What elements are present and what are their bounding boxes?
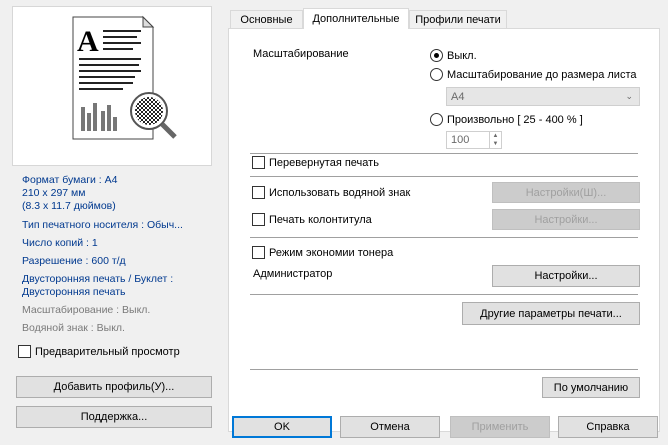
cancel-button[interactable]: Отмена [340, 416, 440, 438]
media-type-info: Тип печатного носителя : Обыч... [22, 219, 183, 231]
admin-label: Администратор [253, 268, 333, 280]
tab-basic[interactable]: Основные [230, 10, 303, 29]
document-preview-icon: A [72, 15, 177, 140]
tab-advanced[interactable]: Дополнительные [303, 8, 409, 29]
scaling-free-option[interactable]: Произвольно [ 25 - 400 % ] [430, 113, 583, 126]
header-footer-checkbox[interactable] [252, 213, 265, 226]
header-footer-row[interactable]: Печать колонтитула [252, 213, 372, 226]
scaling-off-label: Выкл. [447, 49, 477, 62]
chevron-down-icon: ⌄ [625, 91, 633, 101]
toner-save-label: Режим экономии тонера [269, 246, 394, 259]
divider [250, 294, 638, 295]
toner-save-row[interactable]: Режим экономии тонера [252, 246, 393, 259]
scale-percent-stepper[interactable]: 100 ▲ ▼ [446, 131, 502, 149]
scale-percent-value: 100 [451, 134, 470, 146]
add-profile-button[interactable]: Добавить профиль(У)... [16, 376, 212, 398]
preview-label: Предварительный просмотр [35, 345, 180, 358]
ok-button[interactable]: OK [232, 416, 332, 438]
divider [250, 369, 638, 370]
divider [250, 176, 638, 177]
help-button[interactable]: Справка [558, 416, 658, 438]
resolution-info: Разрешение : 600 т/д [22, 255, 126, 267]
copies-info: Число копий : 1 [22, 237, 98, 249]
header-footer-label: Печать колонтитула [269, 213, 372, 226]
reverse-print-checkbox[interactable] [252, 156, 265, 169]
scaling-free-radio[interactable] [430, 113, 443, 126]
paper-size-value: A4 [451, 90, 465, 103]
watermark-row[interactable]: Использовать водяной знак [252, 186, 410, 199]
preview-checkbox-row[interactable]: Предварительный просмотр [18, 345, 180, 358]
scaling-info: Масштабирование : Выкл. [22, 304, 151, 316]
scaling-free-label: Произвольно [ 25 - 400 % ] [447, 113, 583, 126]
divider [250, 237, 638, 238]
settings-summary: Формат бумаги : A4 210 x 297 мм (8.3 x 1… [22, 174, 183, 335]
scaling-off-option[interactable]: Выкл. [430, 49, 477, 62]
watermark-info: Водяной знак : Выкл. [22, 322, 125, 334]
page-preview: A [12, 6, 212, 166]
apply-button[interactable]: Применить [450, 416, 550, 438]
watermark-label: Использовать водяной знак [269, 186, 411, 199]
tab-print-profiles[interactable]: Профили печати [409, 10, 507, 29]
paper-dims-mm: 210 x 297 мм [22, 187, 86, 199]
watermark-settings-button[interactable]: Настройки(Ш)... [492, 182, 640, 203]
scaling-fit-label: Масштабирование до размера листа [447, 68, 637, 81]
scaling-label: Масштабирование [253, 48, 349, 60]
admin-settings-button[interactable]: Настройки... [492, 265, 640, 287]
scaling-fit-radio[interactable] [430, 68, 443, 81]
reverse-print-label: Перевернутая печать [269, 156, 379, 169]
header-footer-settings-button[interactable]: Настройки... [492, 209, 640, 230]
stepper-arrows-icon[interactable]: ▲ ▼ [489, 132, 501, 148]
divider [250, 153, 638, 154]
scaling-off-radio[interactable] [430, 49, 443, 62]
scaling-fit-option[interactable]: Масштабирование до размера листа [430, 68, 637, 81]
toner-save-checkbox[interactable] [252, 246, 265, 259]
default-button[interactable]: По умолчанию [542, 377, 640, 398]
support-button[interactable]: Поддержка... [16, 406, 212, 428]
other-print-options-button[interactable]: Другие параметры печати... [462, 302, 640, 325]
duplex-info: Двусторонняя печать / Буклет : [22, 273, 174, 285]
duplex-info-value: Двусторонняя печать [22, 286, 126, 298]
svg-text:A: A [77, 25, 99, 58]
paper-dims-in: (8.3 x 11.7 дюймов) [22, 200, 116, 212]
paper-size-info: Формат бумаги : A4 [22, 174, 118, 186]
paper-size-dropdown[interactable]: A4 ⌄ [446, 87, 640, 106]
watermark-checkbox[interactable] [252, 186, 265, 199]
preview-checkbox[interactable] [18, 345, 31, 358]
reverse-print-row[interactable]: Перевернутая печать [252, 156, 379, 169]
